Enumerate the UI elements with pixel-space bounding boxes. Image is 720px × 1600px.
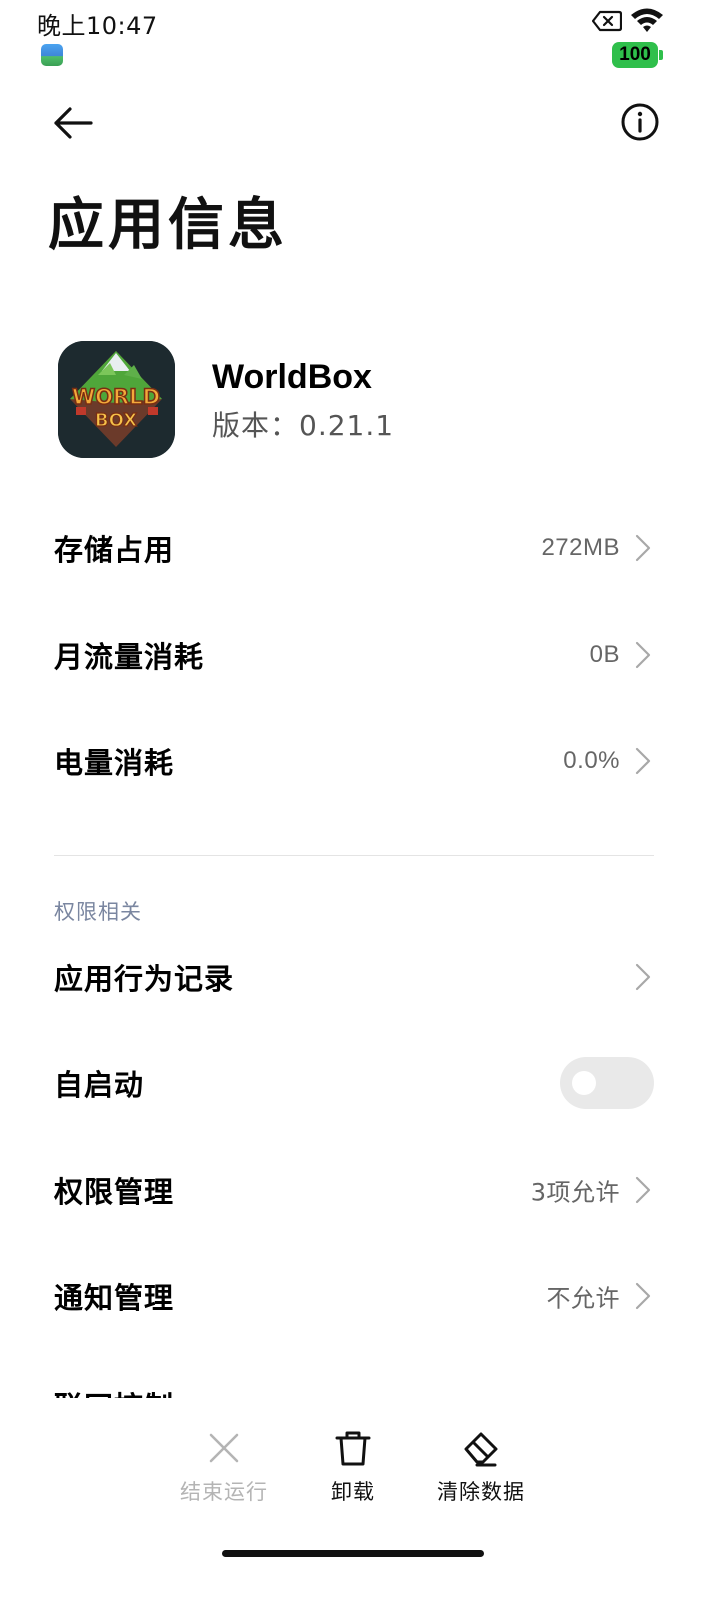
battery-usage-value: 0.0%: [563, 747, 620, 774]
chevron-right-icon: [635, 534, 651, 562]
logo-text-box: BOX: [95, 410, 137, 431]
network-control-label: 联网控制: [54, 1384, 654, 1398]
battery-cap: [659, 50, 663, 60]
wifi-icon: [631, 8, 663, 32]
notification-manage-label: 通知管理: [54, 1281, 175, 1315]
chevron-right-icon: [635, 747, 651, 775]
behavior-log-row[interactable]: 应用行为记录: [54, 947, 654, 1007]
storage-row[interactable]: 存储占用 272MB: [54, 518, 654, 578]
data-usage-value: 0B: [589, 641, 620, 668]
chevron-right-icon: [635, 963, 651, 991]
notification-manage-value: 不允许: [546, 1284, 620, 1313]
home-indicator[interactable]: [222, 1550, 484, 1557]
battery-indicator: 100: [612, 42, 658, 68]
notification-manage-row[interactable]: 通知管理 不允许: [54, 1266, 654, 1326]
clear-data-label: 清除数据: [437, 1480, 525, 1504]
app-notification-icon: [41, 44, 63, 66]
info-icon[interactable]: [618, 100, 662, 144]
permission-manage-value: 3项允许: [530, 1178, 620, 1207]
uninstall-label: 卸载: [331, 1480, 375, 1504]
app-name: WorldBox: [212, 358, 372, 396]
behavior-log-label: 应用行为记录: [54, 962, 235, 996]
logo-text-world: WORLD: [72, 385, 160, 409]
worldbox-logo-icon: WORLD BOX: [58, 341, 175, 458]
network-control-row-partial[interactable]: 联网控制: [54, 1384, 654, 1398]
force-stop-label: 结束运行: [180, 1480, 268, 1504]
storage-label: 存储占用: [54, 533, 175, 567]
battery-usage-row[interactable]: 电量消耗 0.0%: [54, 731, 654, 791]
back-arrow-icon[interactable]: [48, 100, 98, 146]
clear-data-button[interactable]: 清除数据: [416, 1428, 546, 1506]
chevron-right-icon: [635, 641, 651, 669]
battery-usage-label: 电量消耗: [54, 746, 175, 780]
data-usage-row[interactable]: 月流量消耗 0B: [54, 625, 654, 685]
uninstall-button[interactable]: 卸载: [288, 1428, 418, 1506]
section-divider: [54, 855, 654, 856]
status-time: 晚上10:47: [37, 12, 158, 40]
force-stop-button[interactable]: 结束运行: [159, 1428, 289, 1506]
chevron-right-icon: [635, 1282, 651, 1310]
app-icon: WORLD BOX: [58, 341, 175, 458]
permission-manage-row[interactable]: 权限管理 3项允许: [54, 1160, 654, 1220]
app-version: 版本：0.21.1: [212, 409, 395, 442]
page-title: 应用信息: [48, 193, 288, 258]
no-sim-icon: [592, 10, 622, 32]
data-usage-label: 月流量消耗: [54, 640, 205, 674]
trash-icon: [335, 1431, 371, 1466]
autostart-label: 自启动: [54, 1068, 145, 1102]
close-icon: [209, 1433, 239, 1463]
autostart-row: 自启动: [54, 1053, 654, 1113]
eraser-icon: [464, 1432, 498, 1467]
section-title-permissions: 权限相关: [54, 900, 142, 924]
autostart-toggle[interactable]: [560, 1057, 654, 1109]
chevron-right-icon: [635, 1176, 651, 1204]
permission-manage-label: 权限管理: [54, 1175, 175, 1209]
toggle-knob: [572, 1071, 596, 1095]
storage-value: 272MB: [541, 534, 620, 561]
